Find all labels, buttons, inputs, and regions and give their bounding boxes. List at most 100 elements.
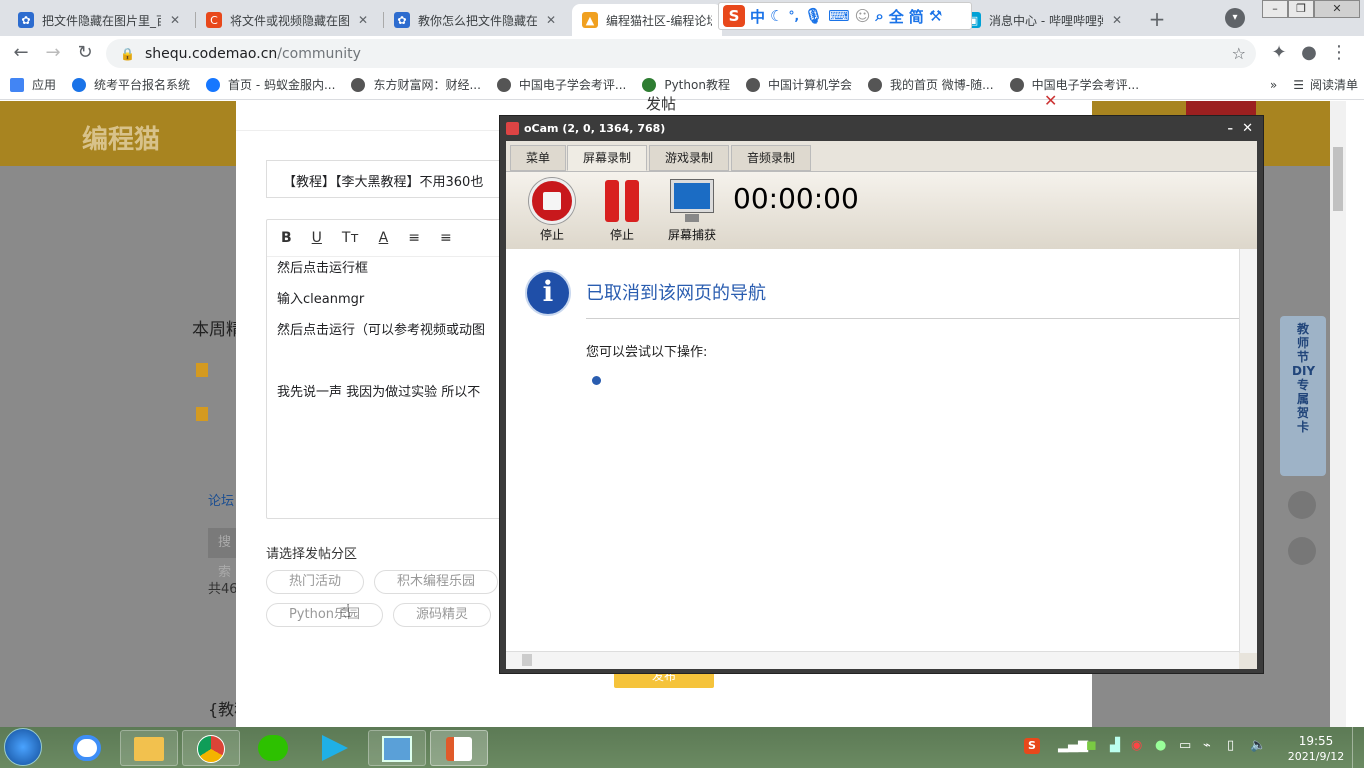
show-desktop-button[interactable] bbox=[1352, 727, 1364, 768]
start-button[interactable] bbox=[4, 728, 42, 766]
bookmarks-overflow[interactable]: » bbox=[1270, 78, 1277, 92]
qq-icon[interactable] bbox=[1288, 537, 1316, 565]
extensions-icon[interactable]: ✦ bbox=[1266, 40, 1292, 66]
rich-text-editor[interactable]: B U Tт A ≡ ≡ 然后点击运行框 输入cleanmgr 然后点击运行（可… bbox=[266, 219, 511, 519]
clock-date[interactable]: 2021/9/12 bbox=[1284, 750, 1348, 763]
reload-icon[interactable]: ↻ bbox=[72, 40, 98, 66]
screen-capture-button[interactable]: 屏幕捕获 bbox=[662, 178, 722, 243]
close-icon[interactable]: ✕ bbox=[1242, 116, 1253, 141]
hand-cursor-icon: ☝ bbox=[340, 601, 351, 622]
preview-hscroll[interactable] bbox=[506, 651, 1239, 669]
forum-tab[interactable]: 论坛 bbox=[208, 490, 234, 509]
browser-tab[interactable]: ▣ 消息中心 - 哔哩哔哩弹... ✕ bbox=[955, 4, 1135, 36]
taskbar-ocam[interactable] bbox=[430, 730, 488, 766]
close-icon[interactable]: ✕ bbox=[1044, 91, 1057, 110]
close-icon[interactable]: ✕ bbox=[167, 13, 183, 27]
bookmark-item[interactable]: 统考平台报名系统 bbox=[72, 76, 190, 93]
ime-toolbar[interactable]: S 中 ☾ °, 🎙 ⌨ ☺ ⌕ 全 简 ⚒ bbox=[718, 2, 972, 30]
user-icon[interactable]: ☺ bbox=[855, 7, 871, 25]
record-tray-icon[interactable]: ◉ bbox=[1131, 738, 1142, 753]
align-left-button[interactable]: ≡ bbox=[408, 230, 420, 246]
forward-arrow-icon[interactable]: → bbox=[40, 40, 66, 66]
network-icon[interactable]: ⌁ bbox=[1203, 738, 1211, 753]
tab-audio-record[interactable]: 音频录制 bbox=[731, 145, 811, 171]
ime-mode[interactable]: 中 bbox=[750, 6, 765, 27]
page-scrollbar[interactable] bbox=[1330, 101, 1346, 727]
minimize-icon[interactable]: – bbox=[1228, 116, 1234, 141]
punctuation-icon[interactable]: °, bbox=[788, 9, 799, 23]
browser-tab[interactable]: C 将文件或视频隐藏在图... ✕ bbox=[196, 4, 381, 36]
chip-block-coding[interactable]: 积木编程乐园 bbox=[374, 570, 498, 594]
font-color-button[interactable]: A bbox=[379, 230, 389, 246]
tab-screen-record[interactable]: 屏幕录制 bbox=[567, 145, 647, 171]
taskbar-explorer[interactable] bbox=[120, 730, 178, 766]
tablet-icon[interactable] bbox=[1288, 491, 1316, 519]
bookmark-item[interactable]: 东方财富网：财经... bbox=[351, 76, 481, 93]
nvidia-icon[interactable]: ◼ bbox=[1086, 738, 1097, 753]
taskbar-video-player[interactable] bbox=[306, 730, 364, 766]
microphone-icon[interactable]: 🎙 bbox=[804, 7, 823, 25]
teacher-day-banner[interactable]: 教师节DIY专属贺卡 bbox=[1280, 316, 1326, 476]
bookmark-item[interactable]: 我的首页 微博-随... bbox=[867, 76, 994, 93]
profile-avatar-icon[interactable]: ● bbox=[1296, 40, 1322, 66]
close-window-button[interactable]: ✕ bbox=[1314, 0, 1360, 18]
taskbar-baidu-netdisk[interactable] bbox=[58, 730, 116, 766]
scroll-thumb[interactable] bbox=[1333, 147, 1343, 211]
volume-icon[interactable]: 🔈 bbox=[1250, 738, 1266, 753]
browser-tab-active[interactable]: ▲ 编程猫社区-编程论坛... bbox=[572, 4, 722, 36]
reading-list-button[interactable]: ☰ 阅读清单 bbox=[1293, 76, 1358, 93]
address-bar[interactable]: 🔒 shequ.codemao.cn/community ☆ bbox=[106, 39, 1256, 68]
sogou-tray-icon[interactable]: S bbox=[1024, 738, 1040, 754]
stop-button[interactable]: 停止 bbox=[524, 178, 580, 243]
close-icon[interactable]: ✕ bbox=[543, 13, 559, 27]
preview-vscroll[interactable] bbox=[1239, 249, 1257, 653]
font-size-button[interactable]: Tт bbox=[342, 230, 359, 246]
more-menu-icon[interactable]: ⋮ bbox=[1326, 40, 1352, 66]
bookmark-item[interactable]: 中国电子学会考评... bbox=[1009, 76, 1139, 93]
underline-button[interactable]: U bbox=[312, 230, 322, 246]
close-icon[interactable]: ✕ bbox=[1109, 13, 1125, 27]
taskbar-wechat[interactable] bbox=[244, 730, 302, 766]
minimize-button[interactable]: – bbox=[1262, 0, 1288, 18]
simplified-icon[interactable]: 简 bbox=[909, 6, 924, 27]
taskbar-remote-desktop[interactable] bbox=[368, 730, 426, 766]
bookmark-item[interactable]: 中国电子学会考评... bbox=[496, 76, 626, 93]
display-icon[interactable]: ▭ bbox=[1179, 738, 1191, 753]
align-center-button[interactable]: ≡ bbox=[440, 230, 452, 246]
chip-hot-activities[interactable]: 热门活动 bbox=[266, 570, 364, 594]
title-input[interactable]: 【教程】【李大黑教程】不用360也 bbox=[266, 160, 506, 198]
search-box[interactable]: 搜索 bbox=[208, 528, 236, 580]
bold-button[interactable]: B bbox=[281, 230, 292, 246]
chip-source-code[interactable]: 源码精灵 bbox=[393, 603, 491, 627]
back-arrow-icon[interactable]: ← bbox=[8, 40, 34, 66]
browser-tab[interactable]: ✿ 教你怎么把文件隐藏在... ✕ bbox=[384, 4, 569, 36]
editor-body[interactable]: 然后点击运行框 输入cleanmgr 然后点击运行（可以参考视频或动图 我先说一… bbox=[267, 257, 510, 420]
new-tab-button[interactable]: + bbox=[1143, 6, 1171, 34]
search-icon[interactable]: ⌕ bbox=[875, 7, 883, 25]
star-icon[interactable]: ☆ bbox=[1232, 44, 1246, 63]
maximize-button[interactable]: ❐ bbox=[1288, 0, 1314, 18]
scroll-thumb[interactable] bbox=[522, 654, 532, 666]
fullwidth-icon[interactable]: 全 bbox=[889, 6, 904, 27]
bookmark-item[interactable]: 首页 - 蚂蚁金服内... bbox=[206, 76, 335, 93]
chevron-down-icon[interactable]: ▾ bbox=[1225, 8, 1245, 28]
tab-menu[interactable]: 菜单 bbox=[510, 145, 566, 171]
signal-icon[interactable]: ▂▄▆ bbox=[1058, 738, 1088, 753]
chip-python[interactable]: Python乐园 bbox=[266, 603, 383, 627]
close-icon[interactable]: ✕ bbox=[355, 13, 371, 27]
wechat-tray-icon[interactable]: ● bbox=[1155, 738, 1166, 753]
bookmark-item[interactable]: Python教程 bbox=[642, 76, 730, 93]
editor-line: 我先说一声 我因为做过实验 所以不 bbox=[277, 385, 481, 400]
wrench-icon[interactable]: ⚒ bbox=[929, 7, 942, 25]
moon-icon[interactable]: ☾ bbox=[770, 7, 783, 25]
wifi-icon[interactable]: ▟ bbox=[1110, 738, 1120, 753]
pause-button[interactable]: 停止 bbox=[594, 178, 650, 243]
taskbar-chrome[interactable] bbox=[182, 730, 240, 766]
browser-tab[interactable]: ✿ 把文件隐藏在图片里_百... ✕ bbox=[8, 4, 193, 36]
keyboard-icon[interactable]: ⌨ bbox=[828, 7, 850, 25]
tab-game-record[interactable]: 游戏录制 bbox=[649, 145, 729, 171]
clock-time[interactable]: 19:55 bbox=[1288, 734, 1344, 748]
bookmark-apps[interactable]: 应用 bbox=[10, 76, 56, 93]
bookmark-item[interactable]: 中国计算机学会 bbox=[745, 76, 852, 93]
battery-icon[interactable]: ▯ bbox=[1227, 738, 1234, 753]
